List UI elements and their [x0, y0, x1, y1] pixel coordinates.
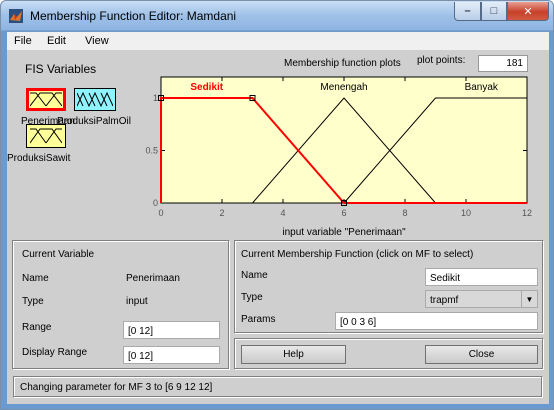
close-button[interactable]: Close	[425, 345, 538, 364]
close-icon: ✕	[523, 5, 533, 18]
mf-label-sedikit[interactable]: Sedikit	[190, 82, 223, 93]
display-range-input[interactable]: [0 12]	[123, 346, 220, 364]
mf-label-menengah[interactable]: Menengah	[320, 82, 367, 93]
x-tick-label: 8	[402, 208, 407, 218]
var-type-value: input	[126, 296, 148, 307]
y-tick-label: 0	[153, 198, 158, 208]
menu-bar: File Edit View	[7, 32, 549, 50]
maximize-icon: □	[490, 5, 498, 17]
mf-type-value: trapmf	[430, 295, 459, 306]
var-name-label: Name	[22, 273, 49, 284]
var-range-input[interactable]: [0 12]	[123, 321, 220, 339]
menu-file[interactable]: File	[14, 35, 32, 47]
plot-area[interactable]	[160, 76, 528, 204]
display-range-label: Display Range	[22, 347, 88, 358]
x-tick-label: 12	[522, 208, 532, 218]
maximize-button[interactable]: □	[481, 2, 507, 21]
mf-name-label: Name	[241, 270, 268, 281]
mf-name-input[interactable]: Sedikit	[425, 268, 538, 286]
mf-editor-window: Membership Function Editor: Mamdani – □ …	[0, 0, 554, 410]
x-tick-label: 0	[158, 208, 163, 218]
var-name-value: Penerimaan	[126, 273, 180, 284]
x-axis-label: input variable "Penerimaan"	[282, 227, 406, 238]
x-tick-label: 10	[461, 208, 471, 218]
y-tick-label: 1	[153, 93, 158, 103]
x-tick-label: 6	[341, 208, 346, 218]
current-mf-header: Current Membership Function (click on MF…	[241, 249, 474, 260]
title-bar[interactable]: Membership Function Editor: Mamdani – □ …	[1, 1, 553, 31]
status-text: Changing parameter for MF 3 to [6 9 12 1…	[20, 382, 213, 393]
mf-type-select[interactable]: trapmf ▼	[425, 290, 538, 308]
buttons-panel: Help Close	[234, 338, 544, 370]
x-tick-label: 2	[219, 208, 224, 218]
current-variable-header: Current Variable	[22, 249, 95, 260]
y-tick-label: 0.5	[145, 146, 158, 156]
membership-function-plot[interactable]: 0 2 4 6 8 10 12 0 0.5 1 Sedikit Menengah Banyak inp…	[7, 50, 549, 240]
chevron-down-icon[interactable]: ▼	[521, 291, 537, 307]
mf-params-label: Params	[241, 314, 276, 325]
minimize-icon: –	[464, 5, 471, 17]
mf-label-banyak[interactable]: Banyak	[465, 82, 499, 93]
mf-type-label: Type	[241, 292, 263, 303]
var-type-label: Type	[22, 296, 44, 307]
current-variable-panel: Current Variable Name Penerimaan Type in…	[12, 240, 230, 370]
menu-view[interactable]: View	[85, 35, 109, 47]
menu-edit[interactable]: Edit	[47, 35, 66, 47]
current-mf-panel: Current Membership Function (click on MF…	[234, 240, 544, 334]
window-title: Membership Function Editor: Mamdani	[30, 9, 237, 23]
x-tick-label: 4	[280, 208, 285, 218]
minimize-button[interactable]: –	[454, 2, 481, 21]
matlab-icon	[9, 9, 23, 23]
close-window-button[interactable]: ✕	[507, 2, 549, 21]
mf-params-input[interactable]: [0 0 3 6]	[335, 312, 538, 330]
help-button[interactable]: Help	[241, 345, 346, 364]
var-range-label: Range	[22, 322, 52, 333]
status-bar: Changing parameter for MF 3 to [6 9 12 1…	[13, 376, 543, 398]
editor-body: FIS Variables Penerimaan ProduksiPalmOil…	[7, 50, 549, 404]
